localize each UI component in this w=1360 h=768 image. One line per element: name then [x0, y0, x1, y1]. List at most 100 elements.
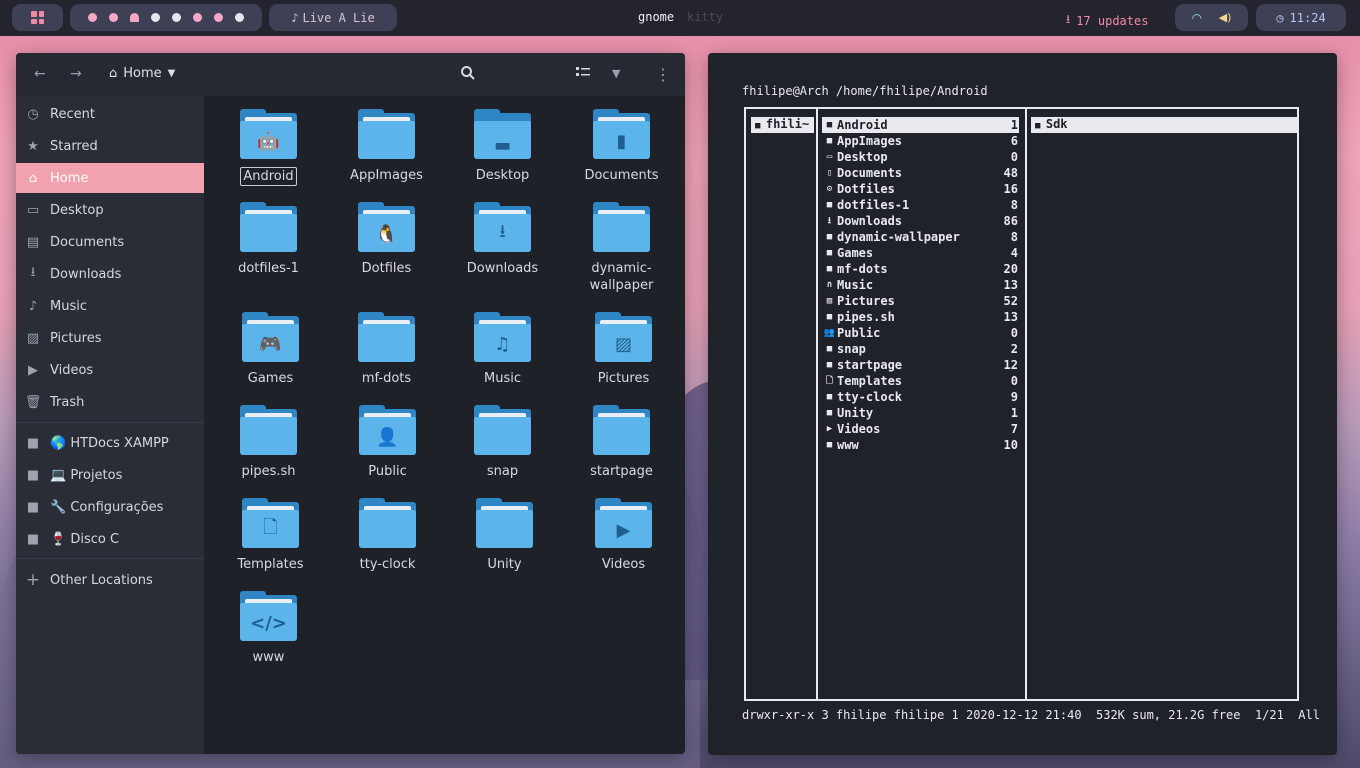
- folder-item-startpage[interactable]: startpage: [564, 405, 679, 480]
- folder-icon: ■: [26, 435, 40, 451]
- workspace-dot[interactable]: [109, 13, 118, 22]
- folder-item-dotfiles-1[interactable]: dotfiles-1: [211, 202, 326, 277]
- workspace-dot[interactable]: [151, 13, 160, 22]
- sidebar-item-downloads[interactable]: ⭳ Downloads: [16, 259, 204, 289]
- folder-icon: ▨: [595, 312, 652, 362]
- forward-arrow-icon[interactable]: →: [70, 66, 82, 82]
- sidebar-item-recent[interactable]: ◷ Recent: [16, 99, 204, 129]
- directory-entry[interactable]: ⚙ Dotfiles 16: [822, 181, 1019, 197]
- folder-item-desktop[interactable]: ▬ Desktop: [445, 109, 560, 184]
- music-icon: ♫: [494, 333, 511, 355]
- terminal-window[interactable]: fhilipe@Arch /home/fhilipe/Android ■ fhi…: [708, 53, 1337, 755]
- directory-entry[interactable]: ■ pipes.sh 13: [822, 309, 1019, 325]
- sidebar-item-pictures[interactable]: ▨ Pictures: [16, 323, 204, 353]
- directory-entry[interactable]: ■ AppImages 6: [822, 133, 1019, 149]
- folder-item-dotfiles[interactable]: 🐧 Dotfiles: [329, 202, 444, 277]
- folder-item-tty-clock[interactable]: tty-clock: [330, 498, 445, 573]
- directory-entry[interactable]: ■ tty-clock 9: [822, 389, 1019, 405]
- directory-entry[interactable]: ⭳ Downloads 86: [822, 213, 1019, 229]
- folder-item-templates[interactable]: 🗋 Templates: [213, 498, 328, 573]
- folder-item-games[interactable]: 🎮 Games: [213, 312, 328, 387]
- directory-entry[interactable]: ■ www 10: [822, 437, 1019, 453]
- clock[interactable]: ◷ 11:24: [1256, 4, 1346, 31]
- folder-item-videos[interactable]: ▶ Videos: [566, 498, 681, 573]
- folder-item-unity[interactable]: Unity: [447, 498, 562, 573]
- media-player[interactable]: ♪ Live A Lie: [269, 4, 397, 31]
- entry-count: 7: [1010, 422, 1018, 436]
- workspace-dot[interactable]: [172, 13, 181, 22]
- folder-item-pipes-sh[interactable]: pipes.sh: [211, 405, 326, 480]
- entry-count: 6: [1010, 134, 1018, 148]
- back-arrow-icon[interactable]: ←: [34, 66, 46, 82]
- download-icon: ⭳: [1066, 12, 1071, 26]
- parent-directory-entry[interactable]: ■ fhili~: [751, 117, 814, 133]
- list-view-icon[interactable]: [576, 66, 590, 82]
- folder-item-public[interactable]: 👤 Public: [330, 405, 445, 480]
- sidebar-item-starred[interactable]: ★ Starred: [16, 131, 204, 161]
- directory-entry[interactable]: ■ Android 1: [822, 117, 1019, 133]
- system-indicators[interactable]: ◠ ◀): [1175, 4, 1248, 31]
- users-icon: 👥: [823, 328, 836, 338]
- updates-indicator[interactable]: ⭳ 17 updates: [1066, 10, 1148, 31]
- preview-entry[interactable]: ■ Sdk: [1031, 117, 1297, 133]
- sidebar-item-music[interactable]: ♪ Music: [16, 291, 204, 321]
- workspace-dot[interactable]: [235, 13, 244, 22]
- folder-item-documents[interactable]: ▮ Documents: [564, 109, 679, 184]
- directory-entry[interactable]: ∩ Music 13: [822, 277, 1019, 293]
- folder-icon: ■: [755, 121, 766, 131]
- header-bar: ← → ⌂ Home ▼ ▼ ⋮: [16, 53, 685, 96]
- ghost-icon[interactable]: [130, 13, 139, 22]
- sidebar-item-documents[interactable]: ▤ Documents: [16, 227, 204, 257]
- folder-item-snap[interactable]: snap: [445, 405, 560, 480]
- picture-icon: ▨: [614, 333, 632, 355]
- folder-item-mf-dots[interactable]: mf-dots: [329, 312, 444, 387]
- directory-entry[interactable]: ■ snap 2: [822, 341, 1019, 357]
- star-icon: ★: [27, 138, 39, 154]
- sidebar-other-locations[interactable]: + Other Locations: [16, 565, 204, 595]
- sidebar-bookmark-projetos[interactable]: ■ 💻 Projetos: [16, 460, 204, 490]
- folder-label: pipes.sh: [241, 464, 296, 479]
- directory-entry[interactable]: ■ Games 4: [822, 245, 1019, 261]
- trash-icon: 🗑: [24, 394, 42, 410]
- directory-entry[interactable]: ▨ Pictures 52: [822, 293, 1019, 309]
- directory-entry[interactable]: ■ dynamic-wallpaper 8: [822, 229, 1019, 245]
- folder-icon: 🎮: [242, 312, 299, 362]
- sidebar-bookmark-disco-c[interactable]: ■ 🍷 Disco C: [16, 524, 204, 554]
- sidebar-bookmark-htdocs[interactable]: ■ 🌎 HTDocs XAMPP: [16, 428, 204, 458]
- workspace-dot[interactable]: [88, 13, 97, 22]
- workspace-dot[interactable]: [193, 13, 202, 22]
- folder-item-pictures[interactable]: ▨ Pictures: [566, 312, 681, 387]
- folder-item-dynamic-wallpaper[interactable]: dynamic-wallpaper: [564, 202, 679, 294]
- sidebar-item-home[interactable]: ⌂ Home: [16, 163, 204, 193]
- location-button[interactable]: ⌂ Home ▼: [109, 66, 175, 81]
- folder-icon: 🗋: [242, 498, 299, 548]
- directory-entry[interactable]: ■ Unity 1: [822, 405, 1019, 421]
- folder-item-android[interactable]: 🤖 Android: [211, 109, 326, 186]
- sidebar-item-trash[interactable]: 🗑 Trash: [16, 387, 204, 417]
- directory-entry[interactable]: ■ dotfiles-1 8: [822, 197, 1019, 213]
- folder-item-appimages[interactable]: AppImages: [329, 109, 444, 184]
- sidebar-item-desktop[interactable]: ▭ Desktop: [16, 195, 204, 225]
- sidebar-item-videos[interactable]: ▶ Videos: [16, 355, 204, 385]
- gamepad-icon: 🎮: [259, 333, 282, 355]
- download-icon: ⭳: [30, 265, 36, 280]
- folder-item-downloads[interactable]: ⭳ Downloads: [445, 202, 560, 277]
- workspace-dot[interactable]: [214, 13, 223, 22]
- directory-entry[interactable]: 👥 Public 0: [822, 325, 1019, 341]
- directory-entry[interactable]: ▯ Documents 48: [822, 165, 1019, 181]
- app-menu-button[interactable]: [12, 4, 63, 31]
- directory-entry[interactable]: 🗋 Templates 0: [822, 373, 1019, 389]
- sidebar-item-label: Trash: [50, 394, 85, 410]
- folder-item-www[interactable]: </> www: [211, 591, 326, 666]
- kebab-menu-icon[interactable]: ⋮: [655, 65, 671, 84]
- view-options-chevron-icon[interactable]: ▼: [612, 67, 620, 80]
- entry-count: 48: [1003, 166, 1018, 180]
- directory-entry[interactable]: ▶ Videos 7: [822, 421, 1019, 437]
- directory-entry[interactable]: ▭ Desktop 0: [822, 149, 1019, 165]
- directory-entry[interactable]: ■ startpage 12: [822, 357, 1019, 373]
- search-icon[interactable]: [460, 65, 476, 85]
- sidebar-bookmark-configuracoes[interactable]: ■ 🔧 Configurações: [16, 492, 204, 522]
- sidebar-item-label: Downloads: [50, 266, 122, 282]
- folder-item-music[interactable]: ♫ Music: [445, 312, 560, 387]
- directory-entry[interactable]: ■ mf-dots 20: [822, 261, 1019, 277]
